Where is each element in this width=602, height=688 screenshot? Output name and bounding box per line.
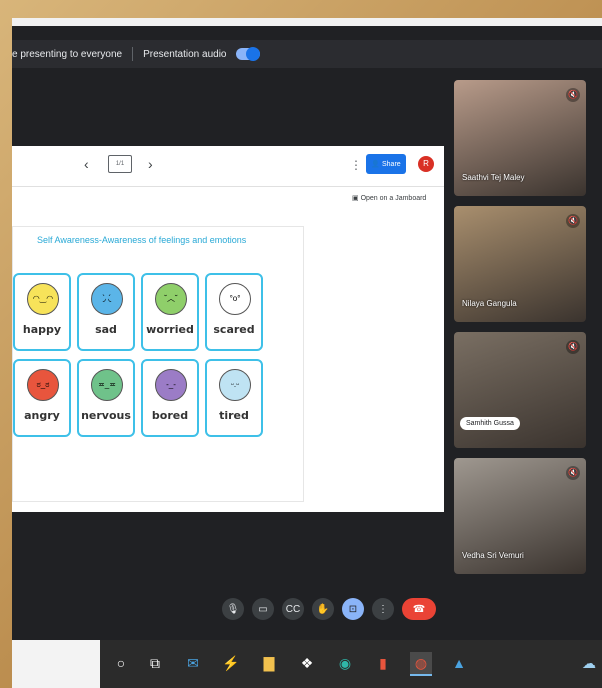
camera-icon[interactable]: ▭ [252,598,274,620]
mic-off-icon: 🔇 [566,88,580,102]
emoji-face-icon: ◞̀ ◟́ [91,283,123,315]
taskbar: ○ ⧉ ✉ ⚡ ▇ ❖ ◉ ▮ ◍ ▲ ☁ [12,640,602,688]
mail-icon[interactable]: ✉ [182,652,204,674]
participant-name: Nilaya Gangula [462,299,517,308]
present-icon[interactable]: ⊡ [342,598,364,620]
presentation-audio-toggle[interactable] [236,47,261,61]
emotion-tile: -_-bored [141,359,199,437]
card-title: Self Awareness-Awareness of feelings and… [37,235,247,245]
emotion-tile: ಠ_ಠangry [13,359,71,437]
emotion-label: bored [151,409,189,422]
presenting-status: e presenting to everyone [12,48,123,60]
file-explorer-icon[interactable]: ▇ [258,652,280,674]
chrome-icon[interactable]: ◍ [410,652,432,676]
more-vert-icon[interactable]: ⋮ [350,158,362,172]
onedrive-icon[interactable]: ☁ [578,652,600,674]
edge-icon[interactable]: ◉ [334,652,356,674]
mic-off-icon: 🔇 [566,466,580,480]
avatar[interactable]: R [418,156,434,172]
chevron-left-icon[interactable]: ‹ [84,156,89,172]
jamboard-icon: ▣ [352,195,361,202]
emotions-card: Self Awareness-Awareness of feelings and… [12,226,304,502]
participant-tile[interactable]: 🔇 Saathvi Tej Maley [454,80,586,196]
presentation-audio-label: Presentation audio [143,48,227,60]
emoji-face-icon: ≖_≖ [91,369,123,401]
emoji-face-icon: ˘︿˘ [155,283,187,315]
top-strip [12,18,602,26]
call-controls: 🎙 ▭ CC ✋ ⊡ ⋮ ☎ [222,598,436,620]
screen: e presenting to everyone Presentation au… [12,18,602,688]
open-jamboard-label: Open on a Jamboard [360,195,427,202]
more-icon[interactable]: ⋮ [372,598,394,620]
hand-icon[interactable]: ✋ [312,598,334,620]
emotion-tile: ≖_≖nervous [77,359,135,437]
task-view-icon[interactable]: ⧉ [144,652,166,674]
emotion-label: happy [22,323,62,336]
share-label: Share [381,160,401,168]
mic-off-icon: 🔇 [566,214,580,228]
emotion-label: tired [219,409,249,422]
share-button[interactable]: 👤 Share [366,154,406,174]
presentation-bar: e presenting to everyone Presentation au… [12,40,602,68]
emoji-face-icon: ◠‿◠ [27,283,59,315]
participant-tile[interactable]: 🔇 Vedha Sri Vemuri [454,458,586,574]
mic-off-icon: 🔇 [566,340,580,354]
emotion-label: worried [146,323,194,336]
emotion-tile: ◞̀ ◟́ sad [77,273,135,351]
dropbox-icon[interactable]: ❖ [296,652,318,674]
open-jamboard-link[interactable]: ▣ Open on a Jamboard [352,194,426,202]
participant-name: Vedha Sri Vemuri [462,551,524,560]
emotion-tile: ◠‿◠ happy [13,273,71,351]
emotion-tile: ᵕ.ᵕ tired [205,359,263,437]
end-call-icon[interactable]: ☎ [402,598,436,620]
emoji-face-icon: °o° [219,283,251,315]
captions-icon[interactable]: CC [282,598,304,620]
jamboard-toolbar: ‹ 1/1 › ⋮ 👤 Share R [12,146,444,187]
emotion-label: nervous [81,409,131,422]
emoji-face-icon: ᵕ.ᵕ [219,369,251,401]
person-add-icon: 👤 [371,161,382,168]
office-icon[interactable]: ▮ [372,652,394,674]
chevron-right-icon[interactable]: › [148,156,153,172]
emoji-face-icon: -_- [155,369,187,401]
emoji-face-icon: ಠ_ಠ [27,369,59,401]
emotion-label: scared [213,323,255,336]
frame-counter[interactable]: 1/1 [108,155,132,173]
divider [132,47,134,61]
participant-tile[interactable]: 🔇 Samhith Gussa [454,332,586,448]
emotion-label: sad [95,323,117,336]
participant-name: Samhith Gussa [460,417,520,430]
emotion-tile: °o° scared [205,273,263,351]
participant-name: Saathvi Tej Maley [462,173,525,182]
emotion-label: angry [24,409,60,422]
shared-slide: ‹ 1/1 › ⋮ 👤 Share R ▣ Open on a Jamboard… [12,146,444,512]
photos-icon[interactable]: ▲ [448,652,470,674]
taskbar-search[interactable] [12,640,100,688]
emotion-tile: ˘︿˘ worried [141,273,199,351]
participant-tile[interactable]: 🔇 Nilaya Gangula [454,206,586,322]
cortana-icon[interactable]: ○ [110,652,132,674]
app-icon[interactable]: ⚡ [220,652,242,674]
mic-icon[interactable]: 🎙 [222,598,244,620]
